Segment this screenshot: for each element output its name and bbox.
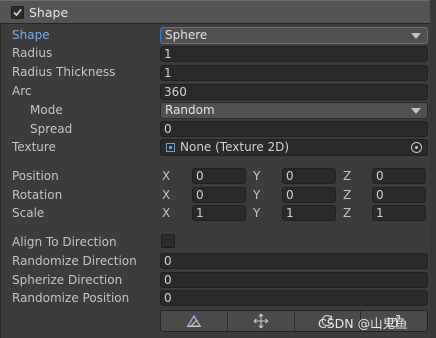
scale-label: Scale [12, 206, 45, 220]
position-z-field[interactable]: 0 [372, 168, 426, 184]
scale-z-label: Z [343, 206, 352, 220]
object-picker-icon[interactable] [411, 142, 422, 153]
watermark: CSDN @山鬼鱼 [318, 316, 408, 331]
texture-icon [166, 143, 175, 152]
rotation-y-field[interactable]: 0 [282, 187, 336, 203]
position-label: Position [12, 169, 59, 183]
checkmark-icon [13, 8, 22, 17]
spread-field[interactable]: 0 [160, 121, 428, 137]
move-button[interactable] [228, 311, 295, 331]
module-header[interactable]: Shape [0, 0, 430, 24]
scale-z-field[interactable]: 1 [372, 205, 426, 221]
randomize-position-label: Randomize Position [12, 291, 130, 305]
texture-label: Texture [12, 140, 56, 154]
shape-label: Shape [12, 28, 50, 42]
radius-thickness-label: Radius Thickness [12, 65, 116, 79]
edit-shape-button[interactable] [161, 311, 228, 331]
radius-label: Radius [12, 46, 53, 60]
position-z-label: Z [343, 169, 352, 183]
rotation-x-label: X [162, 188, 171, 202]
position-x-field[interactable]: 0 [192, 168, 246, 184]
align-to-direction-checkbox[interactable] [161, 234, 175, 248]
spherize-direction-field[interactable]: 0 [160, 272, 428, 288]
scale-y-field[interactable]: 1 [282, 205, 336, 221]
mode-dropdown-value: Random [165, 103, 215, 117]
mode-dropdown[interactable]: Random [160, 102, 428, 119]
shape-dropdown[interactable]: Sphere [160, 27, 428, 44]
position-x-label: X [162, 169, 171, 183]
position-y-label: Y [253, 169, 261, 183]
chevron-down-icon [411, 108, 421, 114]
chevron-down-icon [411, 33, 421, 39]
rotation-z-label: Z [343, 188, 352, 202]
texture-object-field[interactable]: None (Texture 2D) [160, 139, 428, 156]
radius-thickness-field[interactable]: 1 [160, 65, 428, 81]
radius-field[interactable]: 1 [160, 46, 428, 62]
move-icon [253, 313, 268, 329]
arc-field[interactable]: 360 [160, 84, 428, 100]
rotation-z-field[interactable]: 0 [372, 187, 426, 203]
position-y-field[interactable]: 0 [282, 168, 336, 184]
module-title: Shape [29, 5, 69, 20]
module-enabled-checkbox[interactable] [11, 6, 24, 19]
edit-shape-icon [186, 314, 202, 327]
rotation-label: Rotation [12, 188, 63, 202]
spread-label: Spread [30, 122, 73, 136]
rotation-y-label: Y [253, 188, 261, 202]
spherize-direction-label: Spherize Direction [12, 273, 123, 287]
align-to-direction-label: Align To Direction [12, 235, 117, 249]
arc-label: Arc [12, 84, 32, 98]
texture-value: None (Texture 2D) [180, 140, 290, 154]
randomize-direction-field[interactable]: 0 [160, 253, 428, 269]
scale-x-label: X [162, 206, 171, 220]
scale-y-label: Y [253, 206, 261, 220]
scale-x-field[interactable]: 1 [192, 205, 246, 221]
mode-label: Mode [30, 103, 63, 117]
randomize-direction-label: Randomize Direction [12, 254, 137, 268]
randomize-position-field[interactable]: 0 [160, 290, 428, 306]
rotation-x-field[interactable]: 0 [192, 187, 246, 203]
shape-dropdown-value: Sphere [165, 28, 208, 42]
